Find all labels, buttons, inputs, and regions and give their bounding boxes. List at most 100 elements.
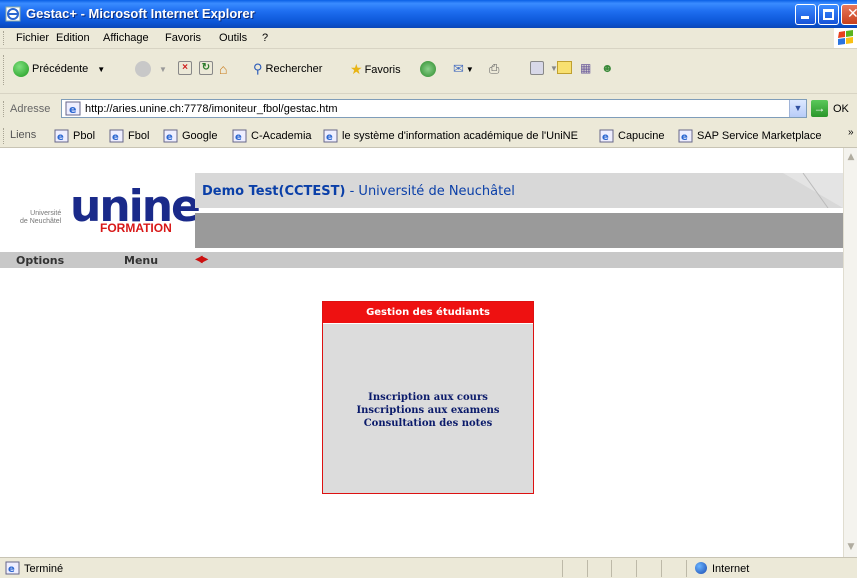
refresh-button[interactable]: ↻ — [199, 61, 213, 75]
links-overflow-icon[interactable]: » — [848, 127, 854, 138]
link-exam-registration[interactable]: Inscriptions aux examens — [323, 405, 533, 416]
panel-body: Inscription aux cours Inscriptions aux e… — [323, 323, 533, 493]
windows-logo-icon — [834, 28, 857, 48]
link-unine-system[interactable]: e le système d'information académique de… — [323, 129, 578, 143]
mail-dropdown-icon[interactable]: ▼ — [466, 65, 474, 74]
student-management-panel: Gestion des étudiants Inscription aux co… — [322, 301, 534, 494]
ie-page-icon: e — [54, 129, 69, 143]
svg-text:e: e — [602, 132, 609, 143]
menu-affichage[interactable]: Affichage — [103, 32, 149, 44]
link-c-academia[interactable]: e C-Academia — [232, 129, 312, 143]
search-button[interactable]: ⚲ Rechercher — [253, 61, 322, 77]
go-button[interactable]: OK — [833, 103, 849, 115]
menu-edition[interactable]: Edition — [56, 32, 90, 44]
collapse-arrows-icon[interactable]: ◀▶ — [195, 254, 208, 265]
menu-help[interactable]: ? — [262, 32, 268, 44]
status-divider — [611, 560, 612, 577]
svg-text:e: e — [57, 132, 64, 143]
svg-text:e: e — [235, 132, 242, 143]
link-sap[interactable]: e SAP Service Marketplace — [678, 129, 822, 143]
link-fbol[interactable]: e Fbol — [109, 129, 149, 143]
minimize-button[interactable] — [795, 4, 816, 25]
vertical-scrollbar[interactable]: ▲ ▼ — [843, 148, 857, 557]
favorites-button[interactable]: ★ Favoris — [350, 61, 401, 78]
back-arrow-icon — [13, 61, 29, 77]
svg-text:e: e — [681, 132, 688, 143]
options-menu[interactable]: Options — [16, 254, 64, 267]
research-button[interactable]: ▦ — [580, 61, 591, 75]
address-label: Adresse — [10, 103, 51, 115]
forward-dropdown-icon[interactable]: ▼ — [159, 65, 167, 74]
unine-logo: Université de Neuchâtel unine FORMATION — [0, 173, 201, 248]
home-icon: ⌂ — [219, 61, 228, 77]
logo-university-text: Université de Neuchâtel — [20, 210, 62, 225]
messenger-icon: ☻ — [601, 61, 614, 75]
favorites-label: Favoris — [364, 63, 401, 76]
banner-title-bold: Demo Test(CCTEST) — [202, 184, 346, 199]
ie-page-icon: e — [599, 129, 614, 143]
page-content: Université de Neuchâtel unine FORMATION … — [0, 148, 843, 557]
status-divider — [686, 560, 687, 577]
ie-page-icon: e — [232, 129, 247, 143]
link-label: C-Academia — [251, 130, 312, 142]
link-label: Fbol — [128, 130, 150, 142]
status-divider — [587, 560, 588, 577]
back-button[interactable]: Précédente ▼ — [13, 61, 105, 77]
panel-title: Gestion des étudiants — [323, 302, 533, 323]
edit-button[interactable]: ▼ — [530, 61, 558, 75]
link-course-registration[interactable]: Inscription aux cours — [323, 392, 533, 403]
favorites-star-icon: ★ — [350, 61, 363, 77]
research-icon: ▦ — [580, 61, 592, 75]
status-divider — [636, 560, 637, 577]
browser-window: Gestac+ - Microsoft Internet Explorer ✕ … — [0, 0, 857, 578]
stop-button[interactable]: × — [178, 61, 192, 75]
go-arrow-icon[interactable]: → — [811, 100, 828, 117]
svg-text:e: e — [8, 564, 15, 575]
internet-zone-icon — [695, 562, 707, 574]
refresh-icon: ↻ — [199, 61, 213, 75]
note-icon — [557, 61, 572, 74]
discuss-button[interactable] — [557, 61, 572, 74]
page-banner: Demo Test(CCTEST) - Université de Neuchâ… — [195, 173, 843, 208]
search-label: Rechercher — [265, 63, 323, 75]
links-label: Liens — [10, 129, 37, 141]
scroll-down-icon[interactable]: ▼ — [845, 540, 857, 554]
address-grip — [3, 101, 7, 117]
svg-text:e: e — [166, 132, 173, 143]
close-button[interactable]: ✕ — [841, 4, 857, 25]
forward-button[interactable]: ▼ — [135, 61, 167, 77]
svg-text:e: e — [112, 132, 119, 143]
link-capucine[interactable]: e Capucine — [599, 129, 664, 143]
menu-favoris[interactable]: Favoris — [165, 32, 201, 44]
history-icon — [420, 61, 436, 77]
link-grades[interactable]: Consultation des notes — [323, 418, 533, 429]
nav-bar: Options Menu ◀▶ — [0, 252, 843, 268]
logo-formation: FORMATION — [100, 221, 172, 235]
address-dropdown-icon[interactable]: ▼ — [789, 100, 806, 117]
link-label: SAP Service Marketplace — [697, 130, 822, 142]
mail-button[interactable]: ✉ ▼ — [453, 61, 474, 77]
maximize-button[interactable] — [818, 4, 839, 25]
scroll-up-icon[interactable]: ▲ — [845, 150, 857, 164]
svg-text:e: e — [69, 103, 76, 116]
home-button[interactable]: ⌂ — [219, 61, 227, 77]
messenger-button[interactable]: ☻ — [601, 61, 614, 75]
print-button[interactable]: ⎙ — [489, 61, 499, 77]
toolbar-grip — [3, 55, 7, 85]
address-url: http://aries.unine.ch:7778/imoniteur_fbo… — [85, 103, 338, 115]
history-button[interactable] — [420, 61, 439, 77]
back-dropdown-icon[interactable]: ▼ — [97, 65, 105, 74]
link-pbol[interactable]: e Pbol — [54, 129, 95, 143]
status-text: Terminé — [24, 563, 64, 575]
stop-icon: × — [178, 61, 192, 75]
ie-page-icon: e — [109, 129, 124, 143]
address-input[interactable]: e http://aries.unine.ch:7778/imoniteur_f… — [61, 99, 807, 118]
menu-fichier[interactable]: Fichier — [16, 32, 49, 44]
menu-outils[interactable]: Outils — [219, 32, 247, 44]
ie-app-icon — [5, 6, 21, 22]
menu-menu[interactable]: Menu — [124, 254, 158, 267]
links-bar: Liens e Pbol e Fbol e Google e C-Academi… — [0, 124, 857, 148]
window-title: Gestac+ - Microsoft Internet Explorer — [26, 6, 255, 21]
link-google[interactable]: e Google — [163, 129, 217, 143]
mail-icon: ✉ — [453, 61, 464, 76]
